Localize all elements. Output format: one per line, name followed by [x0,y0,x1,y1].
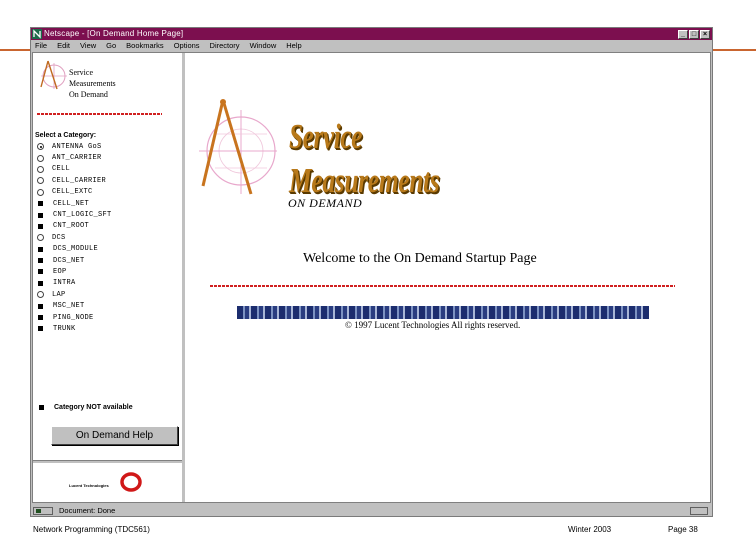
slide-rule-right [713,49,756,51]
category-item: DCS_MODULE [37,244,177,255]
bullet-icon [38,269,43,275]
footer-course: Network Programming (TDC561) [33,525,150,534]
select-category-label: Select a Category: [35,132,97,139]
on-demand-subtitle: ON DEMAND [288,196,363,210]
welcome-divider-rule [210,285,675,287]
radio-icon[interactable] [37,291,44,299]
menu-file[interactable]: File [35,41,47,50]
category-item: CNT_ROOT [37,221,177,232]
minimize-button[interactable]: _ [678,29,688,39]
menu-bookmarks[interactable]: Bookmarks [126,41,164,50]
radio-icon[interactable] [37,234,44,242]
bullet-icon [38,280,43,286]
on-demand-help-button[interactable]: On Demand Help [51,426,178,445]
category-item[interactable]: CELL_CARRIER [37,175,177,186]
bullet-icon [39,405,44,410]
category-item[interactable]: ANTENNA GoS [37,141,177,152]
bullet-icon [38,201,43,207]
menu-bar: File Edit View Go Bookmarks Options Dire… [31,40,712,51]
sidebar-divider-rule [37,113,162,115]
footer-term: Winter 2003 [568,525,612,534]
lucent-ring-icon [119,471,143,493]
compass-logo-icon [37,59,69,93]
bullet-icon [38,212,43,218]
netscape-icon [32,29,42,39]
menu-view[interactable]: View [80,41,96,50]
bullet-icon [38,223,43,229]
bullet-icon [38,315,43,321]
menu-go[interactable]: Go [106,41,116,50]
radio-icon[interactable] [37,177,44,185]
category-item: CNT_LOGIC_SFT [37,209,177,220]
window-title: Netscape - [On Demand Home Page] [44,29,184,38]
close-button[interactable]: × [700,29,710,39]
radio-icon[interactable] [37,165,44,173]
category-item[interactable]: DCS [37,232,177,243]
security-key-icon [33,506,53,515]
main-frame: Service Measurements ON DEMAND Welcome t… [188,53,710,502]
bullet-icon [38,246,43,252]
category-item[interactable]: CELL_EXTC [37,187,177,198]
maximize-button[interactable]: □ [689,29,699,39]
menu-directory[interactable]: Directory [210,41,240,50]
menu-window[interactable]: Window [250,41,277,50]
category-item: INTRA [37,278,177,289]
category-item: EOP [37,266,177,277]
status-text: Document: Done [59,506,116,515]
category-item[interactable]: ANT_CARRIER [37,152,177,163]
not-available-legend: Category NOT available [38,404,133,411]
browser-window: Netscape - [On Demand Home Page] _ □ × F… [30,27,713,517]
menu-edit[interactable]: Edit [57,41,70,50]
decorative-banner [237,306,649,319]
category-item: PING_NODE [37,312,177,323]
sidebar-brand: Service Measurements On Demand [69,68,116,99]
welcome-heading: Welcome to the On Demand Startup Page [303,251,537,266]
status-bar: Document: Done [31,505,712,516]
category-item: CELL_NET [37,198,177,209]
radio-checked-icon[interactable] [37,143,44,151]
category-item: DCS_NET [37,255,177,266]
bullet-icon [38,303,43,309]
menu-help[interactable]: Help [286,41,301,50]
category-item: MSC_NET [37,300,177,311]
menu-options[interactable]: Options [174,41,200,50]
sidebar-frame-divider [33,460,182,463]
radio-icon[interactable] [37,188,44,196]
browser-content: Service Measurements On Demand Select a … [32,52,711,503]
lucent-logo-text: Lucent Technologies [69,483,109,488]
category-list: ANTENNA GoS ANT_CARRIER CELL CELL_CARRIE… [37,141,177,335]
category-item: TRUNK [37,323,177,334]
copyright-notice: © 1997 Lucent Technologies All rights re… [345,320,521,330]
slide-rule-left [0,49,30,51]
radio-icon[interactable] [37,154,44,162]
service-measurements-title: Service Measurements [289,117,440,200]
category-item[interactable]: CELL [37,164,177,175]
title-bar: Netscape - [On Demand Home Page] _ □ × [31,28,712,40]
sidebar-frame: Service Measurements On Demand Select a … [33,53,185,502]
mail-icon[interactable] [690,506,708,515]
compass-logo-icon [193,96,278,201]
bullet-icon [38,326,43,332]
category-item[interactable]: LAP [37,289,177,300]
footer-page-number: Page 38 [668,525,698,534]
bullet-icon [38,258,43,264]
